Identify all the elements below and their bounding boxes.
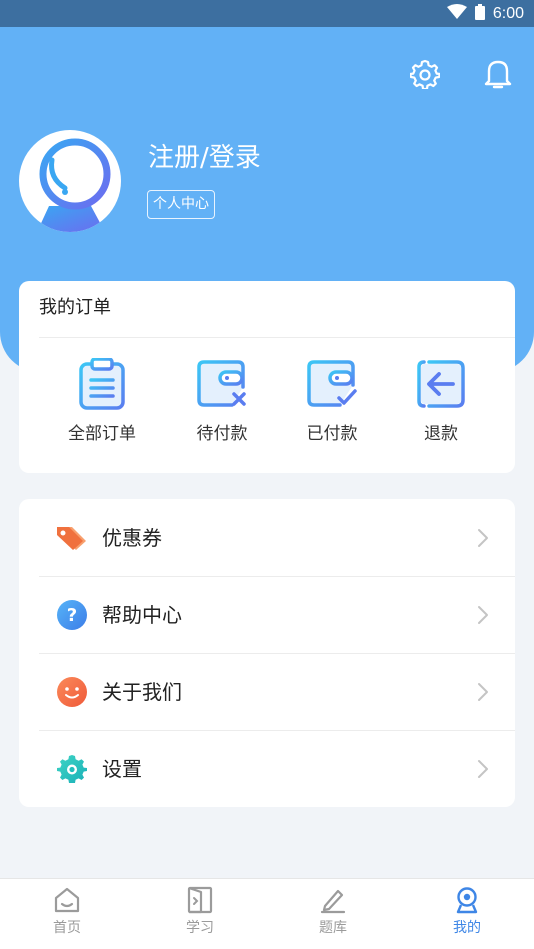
avatar[interactable] xyxy=(19,130,121,232)
order-refund-label: 退款 xyxy=(424,424,458,444)
study-door-icon xyxy=(185,885,215,915)
order-refund-button[interactable]: 退款 xyxy=(386,357,496,453)
menu-item-settings[interactable]: 设置 xyxy=(19,730,515,807)
personal-center-badge[interactable]: 个人中心 xyxy=(147,190,215,219)
orders-card: 我的订单 全部订单 待付款 已付款 退款 xyxy=(19,281,515,473)
status-bar: 6:00 xyxy=(0,0,534,27)
help-question-icon: ? xyxy=(56,599,88,631)
status-icons: 6:00 xyxy=(446,4,524,24)
order-all-label: 全部订单 xyxy=(68,424,136,444)
login-register-link[interactable]: 注册/登录 xyxy=(148,140,261,176)
orders-title: 我的订单 xyxy=(39,297,111,318)
wifi-icon xyxy=(446,4,467,24)
order-pending-payment-button[interactable]: 待付款 xyxy=(167,357,277,453)
settings-gear-icon xyxy=(56,753,88,785)
order-all-button[interactable]: 全部订单 xyxy=(47,357,157,453)
clipboard-icon xyxy=(75,357,129,411)
profile-icon xyxy=(452,885,482,915)
tab-question-bank[interactable]: 题库 xyxy=(288,879,378,949)
menu-item-about-us-label: 关于我们 xyxy=(102,679,182,704)
wallet-check-icon xyxy=(305,357,359,411)
tab-study[interactable]: 学习 xyxy=(155,879,245,949)
divider xyxy=(39,337,515,338)
order-paid-button[interactable]: 已付款 xyxy=(277,357,387,453)
tab-home-label: 首页 xyxy=(53,920,81,936)
menu-item-coupons-label: 优惠券 xyxy=(102,525,162,550)
bottom-tab-bar: 首页 学习 题库 我的 xyxy=(0,878,534,949)
pencil-edit-icon xyxy=(318,885,348,915)
tab-home[interactable]: 首页 xyxy=(22,879,112,949)
bell-icon xyxy=(483,58,513,94)
home-icon xyxy=(52,885,82,915)
battery-icon xyxy=(474,4,485,24)
menu-card: 优惠券 ? 帮助中心 关于我们 设置 xyxy=(19,499,515,807)
avatar-placeholder-icon xyxy=(37,138,111,232)
tab-mine-label: 我的 xyxy=(453,920,481,936)
smile-face-icon xyxy=(56,676,88,708)
menu-item-help-center[interactable]: ? 帮助中心 xyxy=(19,576,515,653)
tab-study-label: 学习 xyxy=(186,920,214,936)
notification-button[interactable] xyxy=(480,58,516,94)
tab-question-bank-label: 题库 xyxy=(319,920,347,936)
status-time: 6:00 xyxy=(492,5,524,22)
chevron-right-icon xyxy=(477,528,491,548)
order-paid-label: 已付款 xyxy=(306,424,358,444)
chevron-right-icon xyxy=(477,682,491,702)
tab-mine[interactable]: 我的 xyxy=(422,879,512,949)
coupon-tag-icon xyxy=(56,522,88,554)
menu-item-help-center-label: 帮助中心 xyxy=(102,602,182,627)
gear-icon xyxy=(408,59,442,93)
chevron-right-icon xyxy=(477,605,491,625)
chevron-right-icon xyxy=(477,759,491,779)
menu-item-settings-label: 设置 xyxy=(102,756,142,781)
refund-arrow-icon xyxy=(414,357,468,411)
orders-row: 全部订单 待付款 已付款 退款 xyxy=(19,357,515,453)
menu-item-about-us[interactable]: 关于我们 xyxy=(19,653,515,730)
svg-text:?: ? xyxy=(67,605,77,626)
menu-item-coupons[interactable]: 优惠券 xyxy=(19,499,515,576)
wallet-cancel-icon xyxy=(195,357,249,411)
settings-button[interactable] xyxy=(407,58,443,94)
order-pending-payment-label: 待付款 xyxy=(196,424,248,444)
